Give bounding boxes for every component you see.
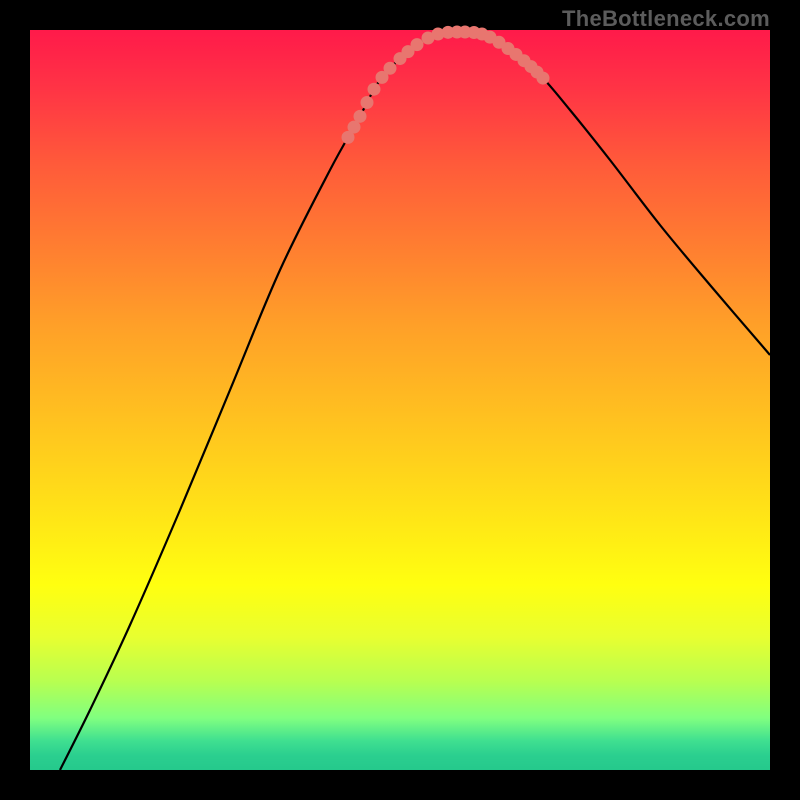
highlight-dot	[354, 110, 367, 123]
highlight-dot	[537, 72, 550, 85]
chart-plot-area	[30, 30, 770, 770]
curve-line	[60, 32, 770, 770]
attribution-label: TheBottleneck.com	[562, 6, 770, 32]
highlighted-range-dots	[342, 26, 550, 144]
highlight-dot	[368, 83, 381, 96]
highlight-dot	[384, 62, 397, 75]
highlight-dot	[361, 96, 374, 109]
bottleneck-curve	[30, 30, 770, 770]
highlight-dot	[411, 38, 424, 51]
